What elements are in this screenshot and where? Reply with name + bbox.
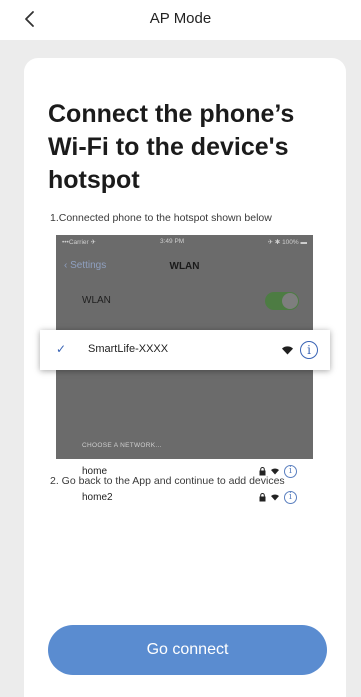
go-connect-button[interactable]: Go connect	[48, 625, 327, 675]
instruction-card: Connect the phone’s Wi-Fi to the device'…	[24, 58, 346, 697]
info-icon: i	[300, 341, 318, 359]
illustration-status-bar: •••Carrier ✈ 3:49 PM ✈ ✱ 100% ▬	[56, 235, 313, 249]
page-title: AP Mode	[149, 10, 212, 27]
selected-network-row: ✓ SmartLife-XXXX i	[40, 330, 330, 370]
illustration-wlan-toggle	[265, 292, 299, 310]
check-icon: ✓	[56, 342, 67, 356]
top-bar: AP Mode	[0, 0, 361, 40]
info-icon: i	[284, 490, 297, 504]
selected-network-name: SmartLife-XXXX	[88, 343, 169, 355]
illustration-wlan-label: WLAN	[82, 295, 111, 306]
illustration-nav-title: WLAN	[169, 261, 200, 272]
wifi-icon	[271, 494, 279, 501]
illustration-wlan-row: WLAN	[56, 287, 313, 313]
illustration-section-label: CHOOSE A NETWORK...	[82, 442, 162, 449]
illustration-carrier: •••Carrier ✈	[62, 239, 96, 246]
illustration-network-name: home2	[82, 492, 113, 503]
illustration-nav-bar: ‹ Settings WLAN	[56, 249, 313, 289]
lock-icon	[259, 492, 266, 501]
wifi-icon	[282, 346, 293, 355]
step-one-text: 1.Connected phone to the hotspot shown b…	[50, 212, 272, 224]
illustration-time: 3:49 PM	[160, 238, 185, 245]
headline: Connect the phone’s Wi-Fi to the device'…	[48, 100, 295, 194]
step-two-text: 2. Go back to the App and continue to ad…	[50, 475, 285, 487]
illustration-battery: ✈ ✱ 100% ▬	[267, 239, 307, 246]
